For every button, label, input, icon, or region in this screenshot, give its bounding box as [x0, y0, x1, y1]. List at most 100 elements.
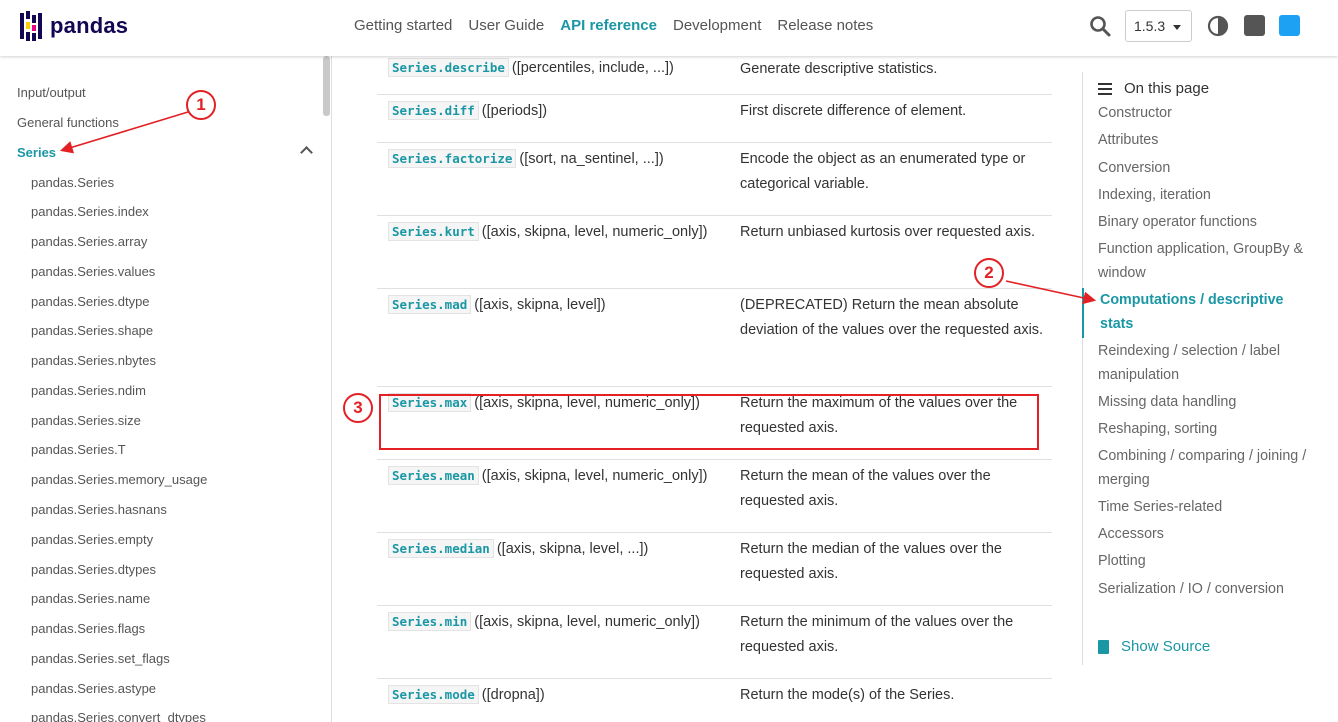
method-link[interactable]: Series.diff — [388, 101, 479, 120]
github-icon[interactable] — [1244, 15, 1265, 36]
toc-item[interactable]: Constructor — [1098, 101, 1308, 125]
sidebar-subitem[interactable]: pandas.Series — [31, 175, 114, 190]
toc-item[interactable]: Serialization / IO / conversion — [1098, 577, 1308, 601]
nav-release-notes[interactable]: Release notes — [777, 17, 873, 34]
sidebar-subitem[interactable]: pandas.Series.name — [31, 591, 150, 606]
brand-name: pandas — [50, 13, 129, 38]
pandas-logo[interactable]: pandas — [20, 11, 128, 41]
highlight-box — [379, 394, 1039, 450]
method-link[interactable]: Series.kurt — [388, 222, 479, 241]
table-row: Series.describe ([percentiles, include, .… — [377, 56, 1052, 95]
nav-user-guide[interactable]: User Guide — [468, 17, 544, 34]
table-row: Series.mean ([axis, skipna, level, numeri… — [377, 460, 1052, 533]
sidebar-item-series[interactable]: Series — [17, 145, 56, 160]
toc-item[interactable]: Attributes — [1098, 128, 1308, 152]
sidebar-scrollbar[interactable] — [323, 56, 330, 116]
sidebar-subitem[interactable]: pandas.Series.values — [31, 264, 155, 279]
sidebar-subitem[interactable]: pandas.Series.size — [31, 413, 141, 428]
method-description: Return unbiased kurtosis over requested … — [740, 224, 1035, 240]
sidebar-subitem[interactable]: pandas.Series.shape — [31, 323, 153, 338]
toc-item[interactable]: Binary operator functions — [1098, 210, 1308, 234]
method-args: ([axis, skipna, level, numeric_only]) — [481, 468, 708, 484]
theme-toggle-icon[interactable] — [1207, 15, 1229, 37]
method-args: ([axis, skipna, level]) — [474, 297, 606, 313]
sidebar-subitem[interactable]: pandas.Series.dtypes — [31, 562, 156, 577]
method-description: Return the mode(s) of the Series. — [740, 687, 955, 703]
method-link[interactable]: Series.mean — [388, 466, 479, 485]
method-link[interactable]: Series.min — [388, 612, 472, 631]
sidebar-subitem[interactable]: pandas.Series.index — [31, 204, 149, 219]
toc-active-indicator — [1082, 288, 1084, 338]
method-args: ([axis, skipna, level, numeric_only]) — [474, 614, 700, 630]
sidebar-subitem[interactable]: pandas.Series.dtype — [31, 294, 150, 309]
nav-development[interactable]: Development — [673, 17, 761, 34]
method-description: (DEPRECATED) Return the mean absolute de… — [740, 297, 1044, 338]
sidebar-subitem[interactable]: pandas.Series.flags — [31, 621, 145, 636]
sidebar-subitem[interactable]: pandas.Series.array — [31, 234, 147, 249]
version-dropdown[interactable]: 1.5.3 — [1125, 10, 1192, 42]
method-link[interactable]: Series.factorize — [388, 149, 517, 168]
table-row: Series.min ([axis, skipna, level, numeric… — [377, 606, 1052, 679]
toc-item[interactable]: Reshaping, sorting — [1098, 417, 1308, 441]
toc-item[interactable]: Reindexing / selection / label manipulat… — [1098, 339, 1308, 387]
sidebar-subitem[interactable]: pandas.Series.ndim — [31, 383, 146, 398]
toc-title: On this page — [1098, 80, 1209, 97]
method-args: ([sort, na_sentinel, ...]) — [519, 151, 664, 167]
chevron-down-icon — [1173, 25, 1181, 30]
method-description: Return the minimum of the values over th… — [740, 614, 1014, 655]
main-nav: Getting started User Guide API reference… — [354, 17, 873, 34]
toc-item[interactable]: Plotting — [1098, 549, 1308, 573]
nav-api-reference[interactable]: API reference — [560, 17, 657, 34]
annotation-marker-3: 3 — [343, 393, 373, 423]
method-link[interactable]: Series.describe — [388, 58, 509, 77]
sidebar-subitem[interactable]: pandas.Series.empty — [31, 532, 153, 547]
toc-item[interactable]: Function application, GroupBy & window — [1098, 237, 1308, 285]
method-description: First discrete difference of element. — [740, 103, 967, 119]
table-row: Series.kurt ([axis, skipna, level, numeri… — [377, 216, 1052, 289]
toc-title-label: On this page — [1124, 80, 1210, 97]
method-link[interactable]: Series.mode — [388, 685, 479, 704]
method-description: Encode the object as an enumerated type … — [740, 151, 1026, 192]
sidebar-subitem[interactable]: pandas.Series.set_flags — [31, 651, 170, 666]
on-this-page-toc: On this page Constructor Attributes Conv… — [1082, 72, 1338, 665]
table-row: Series.factorize ([sort, na_sentinel, ...… — [377, 143, 1052, 216]
sidebar-subitem[interactable]: pandas.Series.astype — [31, 681, 156, 696]
method-link[interactable]: Series.median — [388, 539, 494, 558]
toc-item[interactable]: Missing data handling — [1098, 390, 1308, 414]
nav-getting-started[interactable]: Getting started — [354, 17, 452, 34]
table-row: Series.mode ([dropna]) Return the mode(s)… — [377, 679, 1052, 722]
list-icon — [1098, 82, 1112, 95]
show-source-link[interactable]: Show Source — [1098, 638, 1210, 655]
top-navbar: pandas Getting started User Guide API re… — [0, 0, 1338, 56]
method-description: Return the mean of the values over the r… — [740, 468, 991, 509]
method-description: Return the median of the values over the… — [740, 541, 1002, 582]
toc-item[interactable]: Indexing, iteration — [1098, 183, 1308, 207]
toc-item[interactable]: Combining / comparing / joining / mergin… — [1098, 444, 1308, 492]
method-args: ([periods]) — [481, 103, 548, 119]
toc-item[interactable]: Accessors — [1098, 522, 1308, 546]
left-sidebar: Input/output General functions Series pa… — [0, 56, 332, 722]
sidebar-subitem[interactable]: pandas.Series.convert_dtypes — [31, 710, 206, 722]
twitter-icon[interactable] — [1279, 15, 1300, 36]
sidebar-subitem[interactable]: pandas.Series.nbytes — [31, 353, 156, 368]
method-args: ([axis, skipna, level, ...]) — [496, 541, 649, 557]
sidebar-item-general-functions[interactable]: General functions — [17, 115, 119, 130]
sidebar-subitem[interactable]: pandas.Series.memory_usage — [31, 472, 207, 487]
chevron-up-icon[interactable] — [300, 146, 313, 159]
method-description: Generate descriptive statistics. — [740, 61, 938, 77]
toc-item[interactable]: Conversion — [1098, 156, 1308, 180]
version-label: 1.5.3 — [1134, 18, 1166, 34]
sidebar-item-input-output[interactable]: Input/output — [17, 85, 86, 100]
annotation-marker-2: 2 — [974, 258, 1004, 288]
annotation-marker-1: 1 — [186, 90, 216, 120]
toc-item-active[interactable]: Computations / descriptive stats — [1100, 288, 1310, 336]
document-icon — [1098, 639, 1109, 654]
search-icon[interactable] — [1089, 15, 1111, 37]
sidebar-subitem[interactable]: pandas.Series.T — [31, 442, 126, 457]
method-link[interactable]: Series.mad — [388, 295, 472, 314]
sidebar-subitem[interactable]: pandas.Series.hasnans — [31, 502, 167, 517]
pandas-logo-icon — [20, 11, 42, 41]
toc-item[interactable]: Time Series-related — [1098, 495, 1308, 519]
table-row: Series.diff ([periods]) First discrete di… — [377, 95, 1052, 143]
method-args: ([percentiles, include, ...]) — [511, 60, 674, 76]
